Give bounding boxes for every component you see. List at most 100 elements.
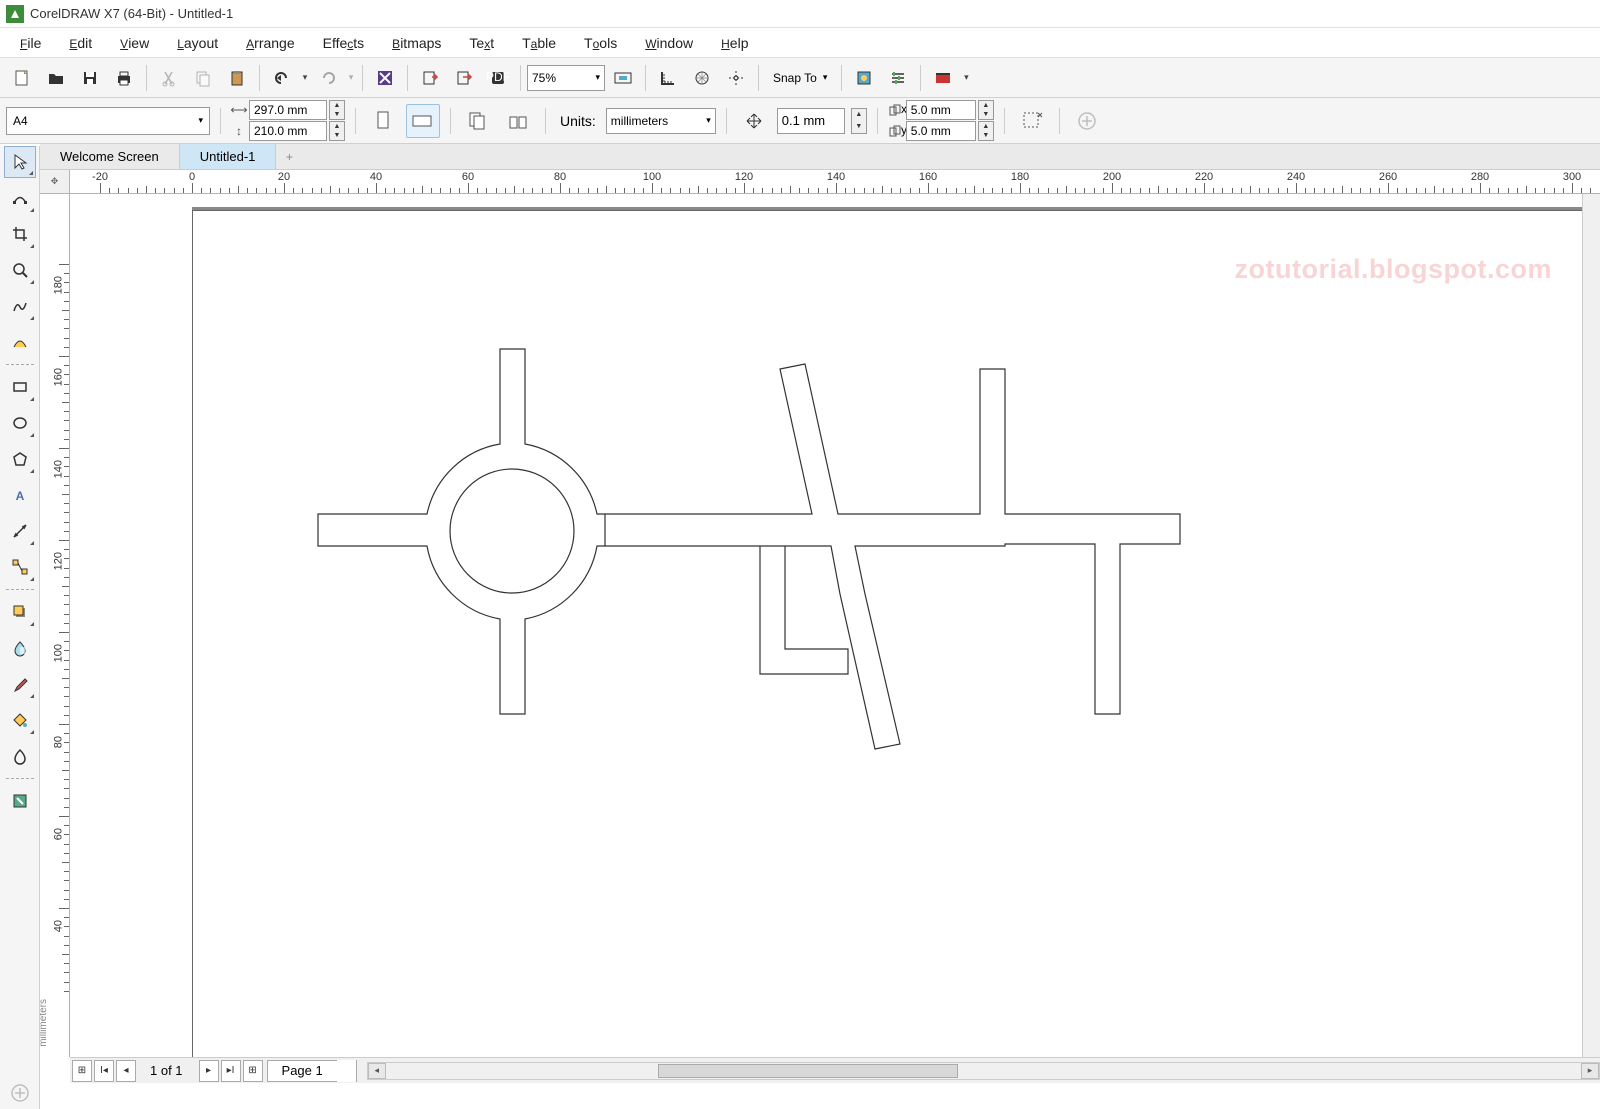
menu-arrange[interactable]: Arrange xyxy=(234,31,306,55)
width-spinner[interactable]: ▲▼ xyxy=(329,100,345,120)
freehand-tool[interactable] xyxy=(4,290,36,322)
menu-file[interactable]: File xyxy=(8,31,53,55)
app-launcher-dropdown[interactable]: ▾ xyxy=(961,72,971,83)
ellipse-tool[interactable] xyxy=(4,407,36,439)
page-width-input[interactable]: 297.0 mm xyxy=(249,100,327,120)
smart-fill-tool[interactable] xyxy=(4,740,36,772)
zoom-level-select[interactable]: 75%▾ xyxy=(527,65,605,91)
cut-button[interactable] xyxy=(153,62,185,94)
new-button[interactable] xyxy=(6,62,38,94)
undo-button[interactable] xyxy=(266,62,298,94)
quick-customize-button[interactable] xyxy=(1070,104,1104,138)
add-page-after-button[interactable]: ⊞ xyxy=(243,1060,263,1082)
menu-tools[interactable]: Tools xyxy=(572,31,629,55)
standard-toolbar: ▾ ▾ PDF 75%▾ Snap To▾ ▾ xyxy=(0,58,1600,98)
pick-tool[interactable] xyxy=(4,146,36,178)
treat-as-filled-button[interactable] xyxy=(1015,104,1049,138)
page-height-input[interactable]: 210.0 mm xyxy=(249,121,327,141)
nudge-spinner[interactable]: ▲▼ xyxy=(851,108,867,134)
last-page-button[interactable]: ▸I xyxy=(221,1060,241,1082)
outline-pen-tool[interactable] xyxy=(4,785,36,817)
menu-help[interactable]: Help xyxy=(709,31,760,55)
publish-pdf-button[interactable]: PDF xyxy=(482,62,514,94)
rectangle-tool[interactable] xyxy=(4,371,36,403)
artistic-media-tool[interactable] xyxy=(4,326,36,358)
drawing-canvas[interactable]: zotutorial.blogspot.com xyxy=(70,194,1582,1057)
ruler-origin[interactable]: ✥ xyxy=(40,170,70,194)
redo-button[interactable] xyxy=(312,62,344,94)
page-size-select[interactable]: A4▾ xyxy=(6,107,210,135)
menu-table[interactable]: Table xyxy=(510,31,568,55)
fullscreen-preview-button[interactable] xyxy=(607,62,639,94)
vertical-ruler[interactable]: millimeters 180160140120100806040 xyxy=(40,194,70,1057)
polygon-tool[interactable] xyxy=(4,443,36,475)
vertical-scrollbar[interactable] xyxy=(1582,194,1600,1057)
guidelines-toggle[interactable] xyxy=(720,62,752,94)
hscroll-left[interactable]: ◂ xyxy=(368,1063,386,1079)
interactive-fill-tool[interactable] xyxy=(4,704,36,736)
customize-button[interactable] xyxy=(882,62,914,94)
menu-text[interactable]: Text xyxy=(457,31,506,55)
all-pages-button[interactable] xyxy=(461,104,495,138)
next-page-button[interactable]: ▸ xyxy=(199,1060,219,1082)
portrait-button[interactable] xyxy=(366,104,400,138)
quick-customize-toolbox[interactable] xyxy=(4,1077,36,1109)
dup-x-spinner[interactable]: ▲▼ xyxy=(978,100,994,120)
search-content-button[interactable] xyxy=(369,62,401,94)
redo-dropdown[interactable]: ▾ xyxy=(346,72,356,83)
menu-view[interactable]: View xyxy=(108,31,161,55)
connector-tool[interactable] xyxy=(4,551,36,583)
current-page-button[interactable] xyxy=(501,104,535,138)
export-button[interactable] xyxy=(448,62,480,94)
duplicate-x-input[interactable]: 5.0 mm xyxy=(906,100,976,120)
copy-button[interactable] xyxy=(187,62,219,94)
parallel-dimension-tool[interactable] xyxy=(4,515,36,547)
tab-welcome[interactable]: Welcome Screen xyxy=(40,144,180,169)
crop-tool[interactable] xyxy=(4,218,36,250)
height-spinner[interactable]: ▲▼ xyxy=(329,121,345,141)
save-button[interactable] xyxy=(74,62,106,94)
zoom-tool[interactable] xyxy=(4,254,36,286)
tab-untitled-1[interactable]: Untitled-1 xyxy=(180,144,277,169)
print-button[interactable] xyxy=(108,62,140,94)
hscroll-thumb[interactable] xyxy=(658,1064,958,1078)
paste-button[interactable] xyxy=(221,62,253,94)
horizontal-ruler[interactable]: -200204060801001201401601802002202402602… xyxy=(70,170,1600,194)
units-select[interactable]: millimeters▾ xyxy=(606,108,716,134)
window-title: CorelDRAW X7 (64-Bit) - Untitled-1 xyxy=(30,6,233,21)
open-button[interactable] xyxy=(40,62,72,94)
menu-window[interactable]: Window xyxy=(633,31,705,55)
nudge-icon xyxy=(737,104,771,138)
menu-effects[interactable]: Effects xyxy=(311,31,377,55)
text-tool[interactable]: A xyxy=(4,479,36,511)
add-page-before-button[interactable]: ⊞ xyxy=(72,1060,92,1082)
shape-tool[interactable] xyxy=(4,182,36,214)
duplicate-y-input[interactable]: 5.0 mm xyxy=(906,121,976,141)
hscroll-right[interactable]: ▸ xyxy=(1581,1063,1599,1079)
app-launcher-button[interactable] xyxy=(927,62,959,94)
grid-toggle[interactable] xyxy=(686,62,718,94)
prev-page-button[interactable]: ◂ xyxy=(116,1060,136,1082)
color-eyedropper-tool[interactable] xyxy=(4,668,36,700)
transparency-tool[interactable] xyxy=(4,632,36,664)
svg-text:PDF: PDF xyxy=(486,70,510,84)
menu-layout[interactable]: Layout xyxy=(165,31,230,55)
horizontal-scrollbar[interactable]: ◂ ▸ xyxy=(367,1062,1600,1080)
page-1-tab[interactable]: Page 1 xyxy=(267,1060,338,1082)
drop-shadow-tool[interactable] xyxy=(4,596,36,628)
undo-dropdown[interactable]: ▾ xyxy=(300,72,310,83)
height-icon: ↕ xyxy=(231,123,247,139)
add-tab-button[interactable]: + xyxy=(276,144,302,169)
menu-bitmaps[interactable]: Bitmaps xyxy=(380,31,453,55)
menu-edit[interactable]: Edit xyxy=(57,31,104,55)
snap-to-dropdown[interactable]: Snap To▾ xyxy=(765,71,835,85)
rulers-toggle[interactable] xyxy=(652,62,684,94)
units-label: Units: xyxy=(556,113,600,129)
dup-y-spinner[interactable]: ▲▼ xyxy=(978,121,994,141)
dup-y-icon: y xyxy=(888,123,904,139)
first-page-button[interactable]: I◂ xyxy=(94,1060,114,1082)
landscape-button[interactable] xyxy=(406,104,440,138)
options-button[interactable] xyxy=(848,62,880,94)
nudge-distance-input[interactable]: 0.1 mm xyxy=(777,108,845,134)
import-button[interactable] xyxy=(414,62,446,94)
